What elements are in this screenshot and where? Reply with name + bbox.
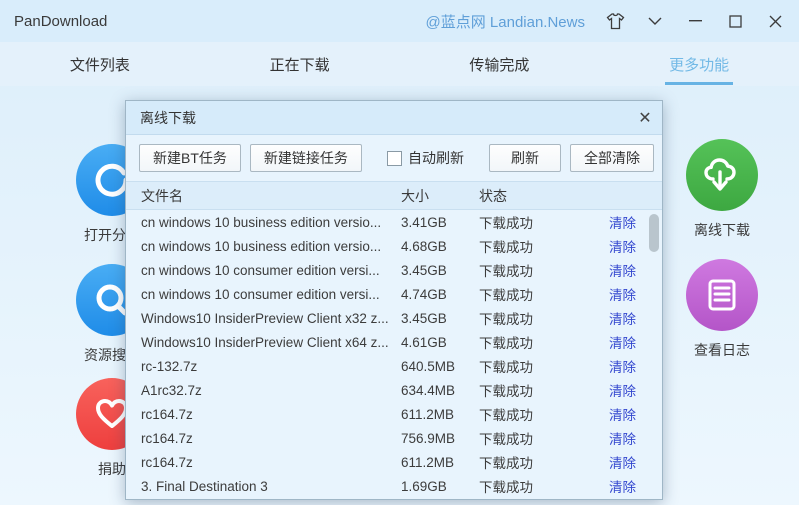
table-row: cn windows 10 consumer edition versi... … [126, 258, 662, 282]
clear-link[interactable]: 清除 [591, 476, 636, 496]
table-row: cn windows 10 business edition versio...… [126, 234, 662, 258]
download-status: 下载成功 [479, 452, 591, 472]
tab-bar: 文件列表 正在下载 传输完成 更多功能 [0, 42, 799, 86]
column-header-size: 大小 [401, 186, 479, 206]
file-size: 4.74GB [401, 287, 479, 302]
file-name: Windows10 InsiderPreview Client x32 z... [141, 311, 401, 326]
download-status: 下载成功 [479, 356, 591, 376]
column-header-name: 文件名 [141, 186, 401, 206]
table-row: 3. Final Destination 3 1.69GB 下载成功 清除 [126, 474, 662, 498]
clear-link[interactable]: 清除 [591, 452, 636, 472]
table-row: rc164.7z 611.2MB 下载成功 清除 [126, 402, 662, 426]
table-row: rc164.7z 756.9MB 下载成功 清除 [126, 426, 662, 450]
file-name: rc-132.7z [141, 359, 401, 374]
clear-link[interactable]: 清除 [591, 356, 636, 376]
dialog-title: 离线下载 [140, 108, 196, 128]
download-status: 下载成功 [479, 236, 591, 256]
file-name: rc164.7z [141, 431, 401, 446]
file-name: rc164.7z [141, 407, 401, 422]
table-row: rc164.7z 611.2MB 下载成功 清除 [126, 450, 662, 474]
feature-offline-download[interactable]: 离线下载 [662, 139, 782, 240]
file-name: cn windows 10 business edition versio... [141, 239, 401, 254]
skin-theme-icon[interactable] [595, 0, 635, 42]
app-title: PanDownload [14, 13, 107, 30]
file-size: 4.68GB [401, 239, 479, 254]
download-status: 下载成功 [479, 212, 591, 232]
app-window: PanDownload @蓝点网 Landian.News [0, 0, 799, 505]
titlebar-right: @蓝点网 Landian.News [426, 0, 799, 42]
download-status: 下载成功 [479, 380, 591, 400]
file-size: 756.9MB [401, 431, 479, 446]
clear-link[interactable]: 清除 [591, 236, 636, 256]
table-header: 文件名 大小 状态 [126, 181, 662, 210]
clear-link[interactable]: 清除 [591, 332, 636, 352]
download-status: 下载成功 [479, 332, 591, 352]
auto-refresh-label: 自动刷新 [408, 148, 464, 168]
clear-link[interactable]: 清除 [591, 260, 636, 280]
offline-download-dialog: 离线下载 ✕ 新建BT任务 新建链接任务 自动刷新 刷新 全部清除 文件名 大小… [125, 100, 663, 500]
file-size: 1.69GB [401, 479, 479, 494]
task-list: cn windows 10 business edition versio...… [126, 210, 662, 501]
tab-file-list[interactable]: 文件列表 [0, 42, 200, 86]
table-row: cn windows 10 consumer edition versi... … [126, 282, 662, 306]
maximize-button[interactable] [715, 0, 755, 42]
dialog-close-icon[interactable]: ✕ [628, 101, 662, 134]
column-header-status: 状态 [479, 186, 591, 206]
close-button[interactable] [755, 0, 795, 42]
file-name: Windows10 InsiderPreview Client x64 z... [141, 335, 401, 350]
feature-label: 离线下载 [662, 220, 782, 240]
title-bar: PanDownload @蓝点网 Landian.News [0, 0, 799, 42]
brand-link[interactable]: @蓝点网 Landian.News [426, 11, 585, 32]
file-name: cn windows 10 consumer edition versi... [141, 263, 401, 278]
feature-label: 查看日志 [662, 340, 782, 360]
download-status: 下载成功 [479, 476, 591, 496]
minimize-button[interactable] [675, 0, 715, 42]
clear-link[interactable]: 清除 [591, 428, 636, 448]
view-log-icon [686, 259, 758, 331]
clear-link[interactable]: 清除 [591, 212, 636, 232]
file-size: 634.4MB [401, 383, 479, 398]
offline-download-icon [686, 139, 758, 211]
download-status: 下载成功 [479, 428, 591, 448]
download-status: 下载成功 [479, 260, 591, 280]
table-row: Windows10 InsiderPreview Client x32 z...… [126, 306, 662, 330]
file-size: 3.41GB [401, 215, 479, 230]
clear-link[interactable]: 清除 [591, 308, 636, 328]
dialog-header: 离线下载 ✕ [126, 101, 662, 135]
feature-view-log[interactable]: 查看日志 [662, 259, 782, 360]
file-size: 3.45GB [401, 311, 479, 326]
file-size: 640.5MB [401, 359, 479, 374]
clear-link[interactable]: 清除 [591, 380, 636, 400]
new-link-task-button[interactable]: 新建链接任务 [250, 144, 362, 172]
file-name: 3. Final Destination 3 [141, 479, 401, 494]
tab-transfer-complete[interactable]: 传输完成 [400, 42, 600, 86]
file-size: 4.61GB [401, 335, 479, 350]
table-row: rc-132.7z 640.5MB 下载成功 清除 [126, 354, 662, 378]
toolbar-right: 自动刷新 刷新 全部清除 [387, 144, 654, 172]
chevron-down-icon[interactable] [635, 0, 675, 42]
file-name: rc164.7z [141, 455, 401, 470]
clear-all-button[interactable]: 全部清除 [570, 144, 654, 172]
download-status: 下载成功 [479, 284, 591, 304]
file-size: 611.2MB [401, 407, 479, 422]
scrollbar-thumb[interactable] [649, 214, 659, 252]
table-row: cn windows 10 business edition versio...… [126, 210, 662, 234]
file-size: 611.2MB [401, 455, 479, 470]
file-name: cn windows 10 consumer edition versi... [141, 287, 401, 302]
download-status: 下载成功 [479, 404, 591, 424]
download-status: 下载成功 [479, 308, 591, 328]
tab-more-features[interactable]: 更多功能 [599, 42, 799, 86]
clear-link[interactable]: 清除 [591, 404, 636, 424]
dialog-toolbar: 新建BT任务 新建链接任务 自动刷新 刷新 全部清除 [126, 135, 662, 181]
file-name: A1rc32.7z [141, 383, 401, 398]
file-name: cn windows 10 business edition versio... [141, 215, 401, 230]
auto-refresh-checkbox[interactable] [387, 151, 402, 166]
clear-link[interactable]: 清除 [591, 284, 636, 304]
new-bt-task-button[interactable]: 新建BT任务 [139, 144, 241, 172]
refresh-button[interactable]: 刷新 [489, 144, 561, 172]
file-size: 3.45GB [401, 263, 479, 278]
table-row: A1rc32.7z 634.4MB 下载成功 清除 [126, 378, 662, 402]
table-row: Windows10 InsiderPreview Client x64 z...… [126, 330, 662, 354]
tab-downloading[interactable]: 正在下载 [200, 42, 400, 86]
